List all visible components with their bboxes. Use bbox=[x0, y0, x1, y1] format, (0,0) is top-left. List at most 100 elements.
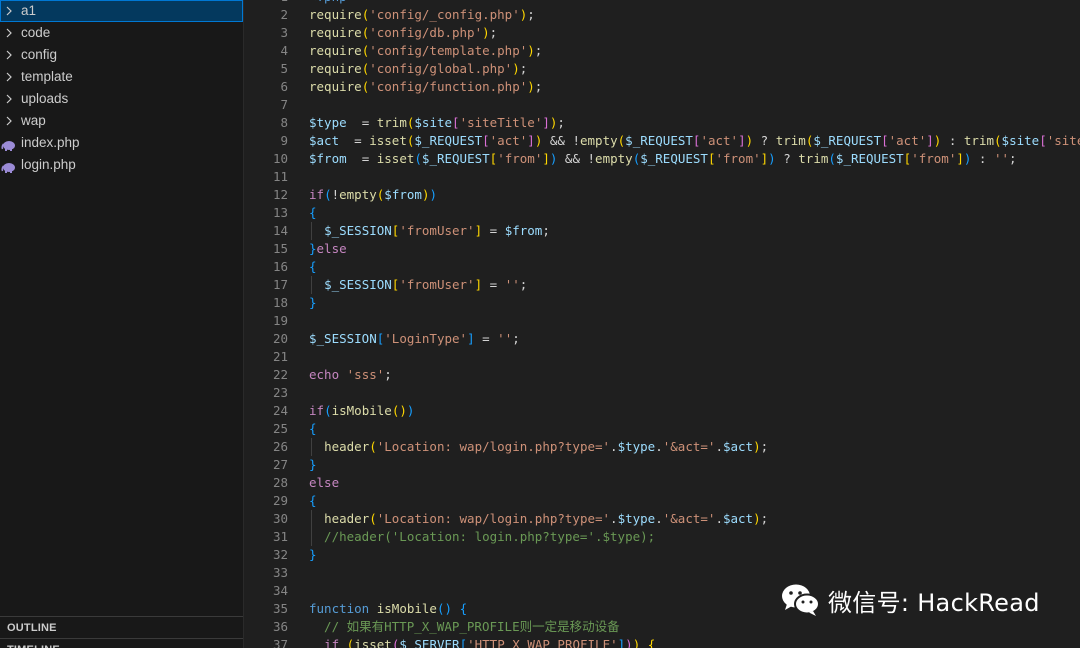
code-line[interactable]: if(isMobile()) bbox=[309, 402, 1080, 420]
indent-guide bbox=[311, 528, 312, 546]
folder-item-a1[interactable]: a1 bbox=[0, 0, 243, 22]
tree-item-label: a1 bbox=[21, 3, 37, 18]
line-number: 20 bbox=[272, 331, 288, 346]
chevron-right-icon bbox=[3, 88, 15, 110]
code-line[interactable]: require('config/db.php'); bbox=[309, 24, 1080, 42]
php-elephant-icon bbox=[1, 159, 16, 173]
line-number: 25 bbox=[272, 421, 288, 436]
code-line[interactable]: } bbox=[309, 456, 1080, 474]
code-line[interactable]: { bbox=[309, 420, 1080, 438]
wechat-icon bbox=[782, 584, 820, 616]
code-line[interactable]: if(!empty($from)) bbox=[309, 186, 1080, 204]
tree-item-label: config bbox=[21, 47, 58, 62]
line-number: 8 bbox=[280, 115, 288, 130]
code-line[interactable]: $_SESSION['fromUser'] = $from; bbox=[309, 222, 1080, 240]
line-number: 9 bbox=[280, 133, 288, 148]
indent-guide bbox=[311, 438, 312, 456]
code-editor[interactable]: 1234567891011121314151617181920212223242… bbox=[244, 0, 1080, 648]
line-number: 26 bbox=[272, 439, 288, 454]
line-number: 10 bbox=[272, 151, 288, 166]
code-line[interactable]: { bbox=[309, 492, 1080, 510]
code-line[interactable]: } bbox=[309, 294, 1080, 312]
code-line[interactable]: $from = isset($_REQUEST['from']) && !emp… bbox=[309, 150, 1080, 168]
indent-guide bbox=[311, 222, 312, 240]
outline-section-header[interactable]: OUTLINE bbox=[0, 616, 243, 638]
code-line[interactable]: { bbox=[309, 258, 1080, 276]
code-line[interactable] bbox=[309, 348, 1080, 366]
line-number: 19 bbox=[272, 313, 288, 328]
tree-item-label: code bbox=[21, 25, 51, 40]
watermark: 微信号: HackRead bbox=[780, 582, 1040, 618]
code-line[interactable] bbox=[309, 96, 1080, 114]
code-line[interactable] bbox=[309, 564, 1080, 582]
line-number: 35 bbox=[272, 601, 288, 616]
line-number: 6 bbox=[280, 79, 288, 94]
file-item-login-php[interactable]: login.php bbox=[0, 154, 243, 176]
folder-item-code[interactable]: code bbox=[0, 22, 243, 44]
chevron-right-icon bbox=[3, 44, 15, 66]
line-number: 3 bbox=[280, 25, 288, 40]
line-number: 24 bbox=[272, 403, 288, 418]
file-item-index-php[interactable]: index.php bbox=[0, 132, 243, 154]
folder-item-wap[interactable]: wap bbox=[0, 110, 243, 132]
line-number: 33 bbox=[272, 565, 288, 580]
line-number: 23 bbox=[272, 385, 288, 400]
line-number: 36 bbox=[272, 619, 288, 634]
line-number: 4 bbox=[280, 43, 288, 58]
line-number: 31 bbox=[272, 529, 288, 544]
code-line[interactable]: $_SESSION['fromUser'] = ''; bbox=[309, 276, 1080, 294]
timeline-section-header[interactable]: TIMELINE bbox=[0, 638, 243, 648]
line-number: 7 bbox=[280, 97, 288, 112]
line-number: 17 bbox=[272, 277, 288, 292]
code-line[interactable]: $act = isset($_REQUEST['act']) && !empty… bbox=[309, 132, 1080, 150]
chevron-right-icon bbox=[3, 0, 15, 22]
folder-item-config[interactable]: config bbox=[0, 44, 243, 66]
file-tree: a1 code config template uploads wap index.php l… bbox=[0, 0, 243, 176]
code-line[interactable]: } bbox=[309, 546, 1080, 564]
code-line[interactable]: //header('Location: login.php?type='.$ty… bbox=[309, 528, 1080, 546]
line-number: 30 bbox=[272, 511, 288, 526]
code-line[interactable]: if (isset($_SERVER['HTTP_X_WAP_PROFILE']… bbox=[309, 636, 1080, 648]
line-number: 28 bbox=[272, 475, 288, 490]
code-line[interactable]: // 如果有HTTP_X_WAP_PROFILE则一定是移动设备 bbox=[309, 618, 1080, 636]
line-number: 14 bbox=[272, 223, 288, 238]
code-line[interactable]: }else bbox=[309, 240, 1080, 258]
line-number-gutter: 1234567891011121314151617181920212223242… bbox=[244, 0, 288, 648]
line-number: 27 bbox=[272, 457, 288, 472]
line-number: 34 bbox=[272, 583, 288, 598]
tree-item-label: login.php bbox=[21, 157, 76, 172]
line-number: 16 bbox=[272, 259, 288, 274]
code-line[interactable]: echo 'sss'; bbox=[309, 366, 1080, 384]
code-line[interactable] bbox=[309, 312, 1080, 330]
indent-guide bbox=[311, 276, 312, 294]
folder-item-template[interactable]: template bbox=[0, 66, 243, 88]
line-number: 15 bbox=[272, 241, 288, 256]
line-number: 29 bbox=[272, 493, 288, 508]
code-line[interactable]: header('Location: wap/login.php?type='.$… bbox=[309, 510, 1080, 528]
code-line[interactable] bbox=[309, 384, 1080, 402]
line-number: 5 bbox=[280, 61, 288, 76]
line-number: 13 bbox=[272, 205, 288, 220]
indent-guide bbox=[311, 510, 312, 528]
tree-item-label: index.php bbox=[21, 135, 80, 150]
code-content[interactable]: <?phprequire('config/_config.php');requi… bbox=[309, 0, 1080, 648]
code-line[interactable]: $type = trim($site['siteTitle']); bbox=[309, 114, 1080, 132]
code-line[interactable]: require('config/global.php'); bbox=[309, 60, 1080, 78]
line-number: 18 bbox=[272, 295, 288, 310]
code-line[interactable]: else bbox=[309, 474, 1080, 492]
code-line[interactable]: header('Location: wap/login.php?type='.$… bbox=[309, 438, 1080, 456]
code-line[interactable]: require('config/template.php'); bbox=[309, 42, 1080, 60]
code-line[interactable]: require('config/_config.php'); bbox=[309, 6, 1080, 24]
explorer-sidebar: a1 code config template uploads wap index.php l… bbox=[0, 0, 244, 648]
code-line[interactable]: { bbox=[309, 204, 1080, 222]
line-number: 11 bbox=[272, 169, 288, 184]
folder-item-uploads[interactable]: uploads bbox=[0, 88, 243, 110]
php-elephant-icon bbox=[1, 137, 16, 151]
tree-item-label: wap bbox=[21, 113, 46, 128]
line-number: 12 bbox=[272, 187, 288, 202]
code-line[interactable] bbox=[309, 168, 1080, 186]
line-number: 21 bbox=[272, 349, 288, 364]
code-line[interactable]: require('config/function.php'); bbox=[309, 78, 1080, 96]
tree-item-label: uploads bbox=[21, 91, 69, 106]
code-line[interactable]: $_SESSION['LoginType'] = ''; bbox=[309, 330, 1080, 348]
